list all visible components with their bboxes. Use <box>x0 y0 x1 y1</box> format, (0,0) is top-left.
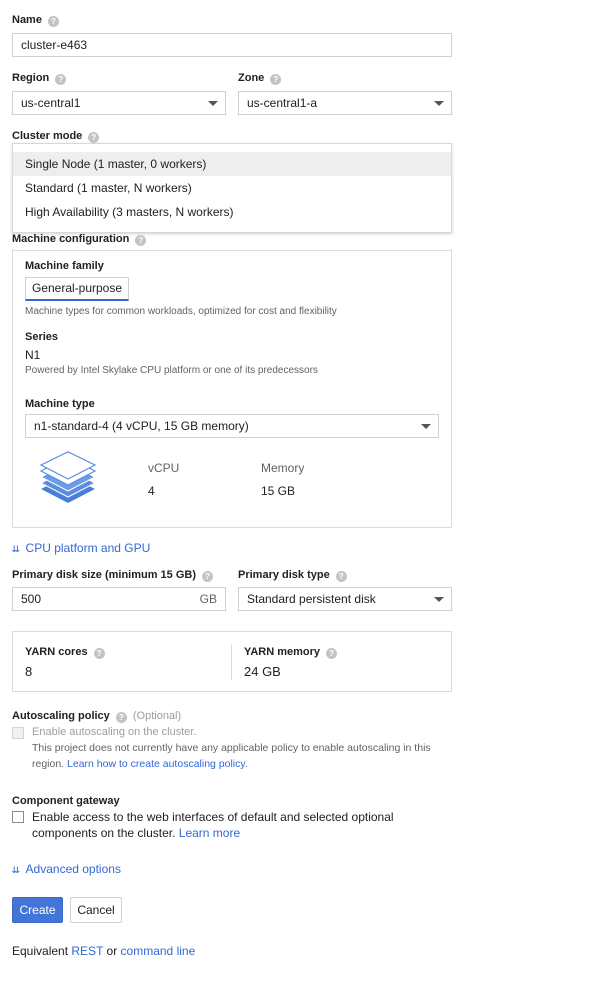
memory-value: 15 GB <box>261 484 296 498</box>
machine-type-label: Machine type <box>25 398 95 410</box>
cpu-platform-gpu-expander[interactable]: ⇊ CPU platform and GPU <box>11 541 150 555</box>
region-label: Region? <box>12 72 67 85</box>
help-icon[interactable]: ? <box>326 648 338 659</box>
series-label: Series <box>25 331 59 343</box>
dropdown-caret-icon <box>434 597 444 602</box>
machine-config-panel: Machine family General-purpose Machine t… <box>12 250 452 528</box>
component-gateway-learn-more-link[interactable]: Learn more <box>179 826 240 840</box>
disk-type-select[interactable]: Standard persistent disk <box>238 587 452 611</box>
cluster-mode-option-high-availability[interactable]: High Availability (3 masters, N workers) <box>13 200 451 224</box>
disk-size-input[interactable]: 500 GB <box>12 587 226 611</box>
help-icon[interactable]: ? <box>335 571 347 582</box>
yarn-memory-value: 24 GB <box>244 664 281 679</box>
help-icon[interactable]: ? <box>47 16 59 27</box>
cluster-mode-option-standard[interactable]: Standard (1 master, N workers) <box>13 176 451 200</box>
yarn-cores-label: YARN cores? <box>25 646 105 659</box>
help-icon[interactable]: ? <box>88 132 100 143</box>
component-gateway-checkbox[interactable] <box>12 811 24 823</box>
rest-link[interactable]: REST <box>71 944 103 958</box>
name-input[interactable]: cluster-e463 <box>12 33 452 57</box>
yarn-cores-value: 8 <box>25 664 33 679</box>
series-value: N1 <box>25 348 41 362</box>
zone-select[interactable]: us-central1-a <box>238 91 452 115</box>
component-gateway-line1: Enable access to the web interfaces of d… <box>32 810 394 824</box>
yarn-memory-label: YARN memory? <box>244 646 338 659</box>
disk-size-unit: GB <box>199 592 217 606</box>
cluster-mode-option-single-node[interactable]: Single Node (1 master, 0 workers) <box>13 152 451 176</box>
component-gateway-line2: components on the cluster. Learn more <box>32 826 241 840</box>
machine-type-select[interactable]: n1-standard-4 (4 vCPU, 15 GB memory) <box>25 414 439 438</box>
component-gateway-label: Component gateway <box>12 795 120 807</box>
help-icon[interactable]: ? <box>202 571 214 582</box>
help-icon[interactable]: ? <box>93 648 105 659</box>
autoscaling-label: Autoscaling policy? (Optional) <box>12 710 182 723</box>
machine-config-label: Machine configuration? <box>12 233 147 246</box>
memory-label: Memory <box>261 461 305 475</box>
zone-label: Zone? <box>238 72 282 85</box>
vcpu-label: vCPU <box>148 461 180 475</box>
autoscaling-note-line2: region. Learn how to create autoscaling … <box>32 758 248 770</box>
machine-family-tab-general-purpose[interactable]: General-purpose <box>25 277 129 301</box>
dropdown-caret-icon <box>421 424 431 429</box>
help-icon[interactable]: ? <box>55 74 67 85</box>
equivalent-footer: Equivalent REST or command line <box>12 944 196 958</box>
name-label: Name? <box>12 14 59 27</box>
autoscaling-checkbox[interactable] <box>12 727 24 739</box>
series-description: Powered by Intel Skylake CPU platform or… <box>25 365 318 376</box>
disk-type-label: Primary disk type? <box>238 569 347 582</box>
machine-family-description: Machine types for common workloads, opti… <box>25 306 337 317</box>
help-icon[interactable]: ? <box>115 712 127 723</box>
stacked-layers-icon <box>39 451 97 503</box>
autoscaling-note-line1: This project does not currently have any… <box>32 742 431 754</box>
cluster-mode-dropdown-menu: Single Node (1 master, 0 workers) Standa… <box>12 143 452 233</box>
cancel-button[interactable]: Cancel <box>70 897 122 923</box>
disk-size-label: Primary disk size (minimum 15 GB)? <box>12 569 214 582</box>
region-select[interactable]: us-central1 <box>12 91 226 115</box>
machine-family-label: Machine family <box>25 260 104 272</box>
chevron-double-down-icon: ⇊ <box>11 865 21 875</box>
learn-autoscaling-policy-link[interactable]: Learn how to create autoscaling policy. <box>67 758 248 770</box>
yarn-summary-panel: YARN cores? 8 YARN memory? 24 GB <box>12 631 452 692</box>
chevron-double-down-icon: ⇊ <box>11 544 21 554</box>
command-line-link[interactable]: command line <box>121 944 196 958</box>
create-button[interactable]: Create <box>12 897 63 923</box>
cluster-mode-label: Cluster mode? <box>12 130 100 143</box>
dropdown-caret-icon <box>208 101 218 106</box>
help-icon[interactable]: ? <box>135 235 147 246</box>
help-icon[interactable]: ? <box>270 74 282 85</box>
yarn-divider <box>231 644 232 680</box>
dropdown-caret-icon <box>434 101 444 106</box>
optional-tag: (Optional) <box>132 710 182 722</box>
vcpu-value: 4 <box>148 484 155 498</box>
autoscaling-checkbox-label: Enable autoscaling on the cluster. <box>32 726 197 738</box>
advanced-options-expander[interactable]: ⇊ Advanced options <box>11 862 121 876</box>
